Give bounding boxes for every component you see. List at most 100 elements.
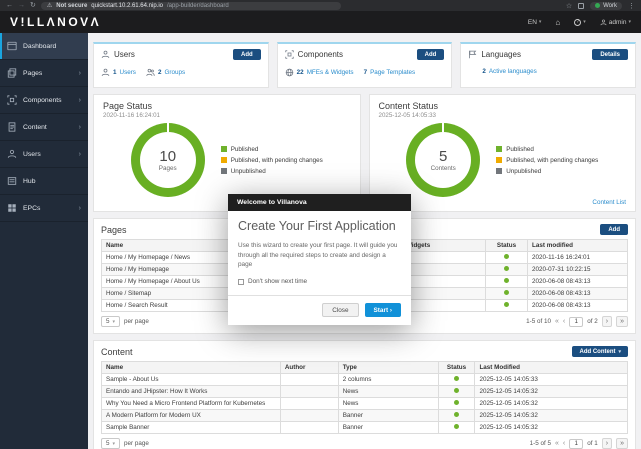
start-button[interactable]: Start › — [364, 303, 401, 318]
browser-menu-icon[interactable]: ⋮ — [628, 2, 635, 10]
col-header-widgets[interactable]: Widgets — [400, 239, 486, 252]
sidebar-item-content[interactable]: Content › — [0, 114, 88, 141]
users-icon — [7, 149, 17, 158]
pages-icon — [7, 68, 17, 78]
table-row[interactable]: Why You Need a Micro Frontend Platform f… — [101, 397, 628, 410]
chevron-right-icon: › — [78, 150, 81, 158]
forward-icon[interactable]: → — [18, 2, 25, 9]
status-dot — [454, 400, 460, 405]
per-page-select[interactable]: 5 ▾ — [101, 438, 121, 449]
first-page-icon[interactable]: « — [555, 318, 559, 325]
dont-show-checkbox[interactable] — [238, 278, 244, 285]
table-row[interactable]: Sample - About Us 2 columns 2025-12-05 14:… — [101, 373, 628, 386]
first-page-icon[interactable]: « — [555, 440, 559, 447]
language-selector[interactable]: EN ▾ — [528, 19, 542, 26]
languages-details-button[interactable]: Details — [592, 49, 629, 60]
col-header-status[interactable]: Status — [484, 239, 529, 252]
extensions-icon[interactable] — [578, 2, 585, 9]
of-pages-label: of 2 — [587, 318, 598, 325]
next-page-icon[interactable]: › — [601, 438, 613, 449]
pending-swatch — [496, 157, 503, 163]
status-dot — [504, 254, 509, 259]
last-page-icon[interactable]: » — [616, 438, 628, 449]
donut-unit: Pages — [158, 165, 177, 172]
browser-toolbar: ← → ↻ ⚠ Not secure quickstart.10.2.61.64… — [0, 0, 641, 11]
chevron-down-icon: ▾ — [618, 348, 621, 355]
sidebar-item-epcs[interactable]: EPCs › — [0, 195, 88, 222]
status-dot — [504, 278, 509, 283]
chevron-right-icon: › — [78, 123, 81, 131]
last-page-icon[interactable]: » — [616, 316, 628, 327]
published-swatch — [220, 146, 227, 152]
bookmark-icon[interactable]: ☆ — [566, 2, 572, 10]
timestamp: 2020-11-16 16:24:01 — [103, 112, 160, 119]
user-label: admin — [608, 18, 627, 26]
globe-icon — [285, 68, 293, 77]
home-button[interactable]: ⌂ — [555, 18, 560, 27]
table-row[interactable]: Entando and JHipster: How It Works News 20… — [101, 385, 628, 398]
table-row[interactable]: Sample Banner Banner 2025-12-05 14:05:32 — [101, 421, 628, 434]
next-page-icon[interactable]: › — [601, 316, 613, 327]
add-page-button[interactable]: Add — [600, 224, 628, 235]
profile-avatar — [595, 3, 601, 8]
status-dot — [504, 266, 509, 271]
profile-name: Work — [603, 2, 617, 9]
sidebar-item-dashboard[interactable]: Dashboard — [0, 33, 88, 60]
chevron-right-icon: › — [78, 69, 81, 77]
groups-count-link[interactable]: 2 Groups — [146, 68, 185, 77]
content-list-link[interactable]: Content List — [592, 199, 626, 206]
sidebar-item-pages[interactable]: Pages › — [0, 60, 88, 87]
sidebar-item-users[interactable]: Users › — [0, 141, 88, 168]
donut-value: 10 — [159, 148, 177, 165]
help-menu[interactable]: ? ▾ — [574, 18, 586, 26]
close-button[interactable]: Close — [322, 303, 359, 318]
col-header-modified[interactable]: Last Modified — [474, 361, 628, 374]
content-pagination: 5▾ per page 1-5 of 5 « ‹ of 1 › » — [101, 438, 628, 449]
active-languages-link[interactable]: 2 Active languages — [482, 68, 536, 75]
page-status-donut: 10 Pages — [130, 123, 205, 197]
prev-page-icon[interactable]: ‹ — [563, 440, 565, 447]
modal-body-text: Use this wizard to create your first pag… — [238, 241, 398, 269]
url-host: quickstart.10.2.61.64.nip.io — [91, 2, 163, 9]
range-label: 1-5 of 10 — [526, 318, 551, 325]
add-user-button[interactable]: Add — [233, 49, 261, 60]
timestamp: 2025-12-05 14:05:33 — [378, 112, 436, 119]
col-header-author[interactable]: Author — [279, 361, 339, 374]
user-menu[interactable]: admin ▾ — [600, 19, 631, 26]
welcome-modal: Welcome to Villanova Create Your First A… — [228, 194, 411, 326]
page-templates-link[interactable]: 7 Page Templates — [364, 69, 416, 76]
status-dot — [454, 388, 460, 393]
status-dot — [504, 302, 509, 307]
components-card: Components Add 22 MFEs & Widgets 7 Page … — [276, 42, 453, 88]
col-header-status[interactable]: Status — [437, 361, 476, 374]
users-card: Users Add 1 Users 2 Groups — [93, 42, 269, 88]
content-table: Name Author Type Status Last Modified Sa… — [101, 361, 628, 434]
page-number-input[interactable] — [569, 316, 584, 327]
col-header-name[interactable]: Name — [101, 361, 281, 374]
table-row[interactable]: A Modern Platform for Modern UX Banner 202… — [101, 409, 628, 422]
users-count-link[interactable]: 1 Users — [101, 68, 136, 77]
add-component-button[interactable]: Add — [416, 49, 445, 60]
back-icon[interactable]: ← — [6, 2, 13, 9]
group-icon — [146, 68, 155, 76]
chevron-down-icon: ▾ — [538, 19, 542, 25]
card-title: Languages — [481, 50, 521, 59]
mfes-widgets-link[interactable]: 22 MFEs & Widgets — [285, 68, 354, 77]
sidebar-item-hub[interactable]: Hub — [0, 168, 88, 195]
modal-header: Welcome to Villanova — [228, 194, 411, 211]
per-page-select[interactable]: 5 ▾ — [101, 316, 121, 327]
sidebar-item-components[interactable]: Components › — [0, 87, 88, 114]
col-header-type[interactable]: Type — [337, 361, 439, 374]
language-label: EN — [527, 18, 537, 26]
components-icon — [285, 50, 294, 59]
published-swatch — [496, 146, 503, 152]
page-number-input[interactable] — [569, 438, 584, 449]
prev-page-icon[interactable]: ‹ — [563, 318, 565, 325]
user-icon — [101, 68, 110, 77]
status-dot — [454, 424, 460, 429]
browser-profile[interactable]: Work — [590, 1, 622, 10]
address-bar[interactable]: ⚠ Not secure quickstart.10.2.61.64.nip.i… — [40, 1, 341, 10]
reload-icon[interactable]: ↻ — [30, 2, 36, 9]
col-header-modified[interactable]: Last modified — [527, 239, 628, 252]
add-content-button[interactable]: Add Content ▾ — [572, 346, 628, 357]
